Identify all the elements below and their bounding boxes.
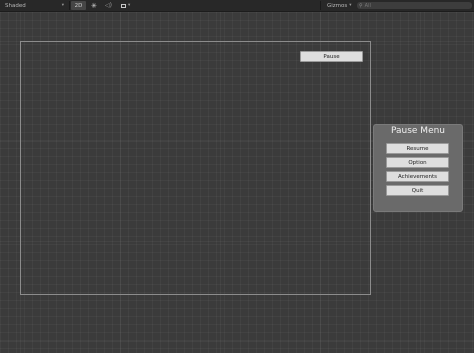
pause-menu-title: Pause Menu <box>390 126 446 136</box>
chevron-down-icon: ▾ <box>61 3 64 8</box>
quit-button[interactable]: Quit <box>386 185 449 196</box>
search-icon: ⚲ <box>359 2 363 9</box>
resume-button-label: Resume <box>406 145 429 152</box>
option-button-label: Option <box>408 159 427 166</box>
option-button[interactable]: Option <box>386 157 449 168</box>
lighting-toggle[interactable]: ✳ <box>91 0 97 11</box>
achievements-button-label: Achievements <box>398 173 437 180</box>
scene-search-input[interactable]: ⚲ All <box>357 2 472 9</box>
resume-button[interactable]: Resume <box>386 143 449 154</box>
chevron-down-icon: ▾ <box>128 3 131 8</box>
gizmos-label: Gizmos <box>327 2 348 9</box>
pause-menu-panel: Pause Menu Resume Option Achievements Qu… <box>373 124 463 212</box>
game-view-frame <box>20 41 371 295</box>
search-placeholder: All <box>364 2 371 9</box>
toolbar-divider <box>320 1 321 10</box>
2d-toggle-button[interactable]: 2D <box>71 1 86 10</box>
shading-mode-dropdown[interactable]: Shaded ▾ <box>5 0 64 11</box>
chevron-down-icon: ▾ <box>349 3 352 8</box>
image-icon <box>121 3 126 8</box>
pause-button[interactable]: Pause <box>300 51 363 62</box>
toolbar-divider <box>69 1 70 10</box>
quit-button-label: Quit <box>411 187 424 194</box>
achievements-button[interactable]: Achievements <box>386 171 449 182</box>
scene-toolbar: Shaded ▾ 2D ✳ ◁) ▾ Gizmos ▾ ⚲ All <box>0 0 474 12</box>
shading-mode-label: Shaded <box>5 2 26 9</box>
pause-button-label: Pause <box>323 53 340 60</box>
sun-icon: ✳ <box>91 1 97 10</box>
2d-toggle-label: 2D <box>74 2 83 9</box>
audio-toggle[interactable]: ◁) <box>105 0 112 11</box>
effects-dropdown[interactable]: ▾ <box>121 0 130 11</box>
speaker-icon: ◁) <box>105 2 112 9</box>
gizmos-dropdown[interactable]: Gizmos ▾ <box>327 0 352 11</box>
